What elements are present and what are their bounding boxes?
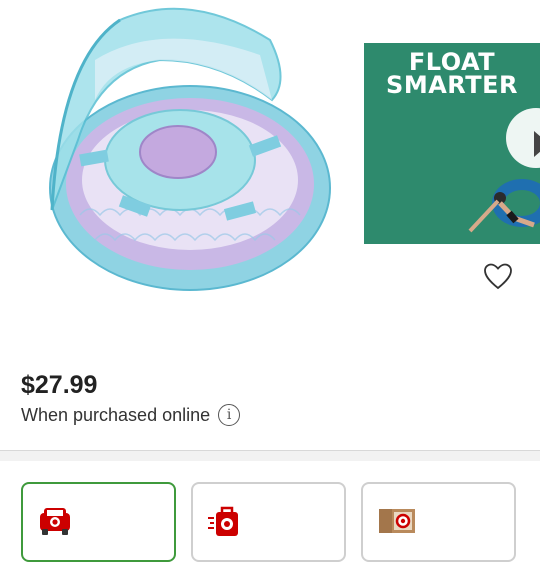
promo-headline: FLOAT SMARTER	[386, 48, 518, 99]
purchase-note-text: When purchased online	[21, 404, 211, 425]
drive-up-car-icon	[40, 508, 70, 535]
play-icon	[534, 131, 540, 157]
shipping-box-icon	[379, 509, 415, 533]
product-price: $27.99	[21, 371, 98, 399]
section-divider-band	[0, 451, 540, 461]
fulfillment-option-pickup[interactable]	[191, 482, 346, 562]
favorite-heart-icon[interactable]	[483, 262, 513, 290]
fulfillment-option-drive-up[interactable]	[21, 482, 176, 562]
purchase-note: When purchased online i	[21, 404, 241, 426]
product-image[interactable]	[40, 0, 340, 300]
order-pickup-bag-icon	[208, 506, 238, 536]
fulfillment-option-shipping[interactable]	[361, 482, 516, 562]
info-icon[interactable]: i	[218, 404, 241, 426]
